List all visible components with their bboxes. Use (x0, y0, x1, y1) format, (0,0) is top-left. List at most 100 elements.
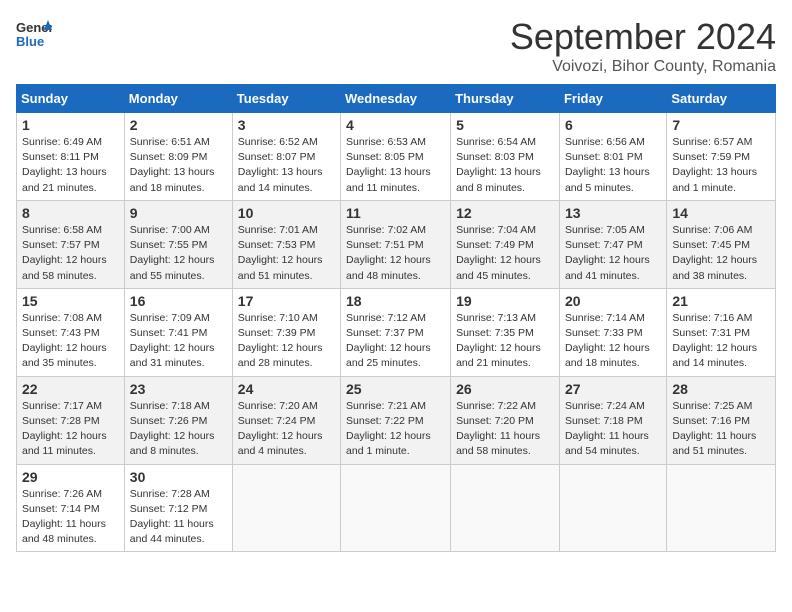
calendar-week-row: 8 Sunrise: 6:58 AM Sunset: 7:57 PM Daylig… (17, 200, 776, 288)
day-detail: Sunrise: 7:01 AM Sunset: 7:53 PM Dayligh… (238, 223, 335, 284)
day-number: 19 (456, 293, 554, 309)
svg-text:Blue: Blue (16, 34, 44, 49)
calendar-cell: 20Sunrise: 7:14 AM Sunset: 7:33 PM Dayli… (559, 288, 666, 376)
day-number: 21 (672, 293, 770, 309)
calendar-cell: 18 Sunrise: 7:12 AM Sunset: 7:37 PM Dayli… (341, 288, 451, 376)
day-number: 5 (456, 117, 554, 133)
calendar-week-row: 29Sunrise: 7:26 AM Sunset: 7:14 PM Dayli… (17, 464, 776, 552)
calendar-cell: 15Sunrise: 7:08 AM Sunset: 7:43 PM Dayli… (17, 288, 125, 376)
calendar-cell: 2 Sunrise: 6:51 AM Sunset: 8:09 PM Daylig… (124, 113, 232, 201)
day-detail: Sunrise: 7:13 AM Sunset: 7:35 PM Dayligh… (456, 311, 554, 372)
day-number: 23 (130, 381, 227, 397)
calendar-cell: 25Sunrise: 7:21 AM Sunset: 7:22 PM Dayli… (341, 376, 451, 464)
calendar-cell (667, 464, 776, 552)
calendar-cell: 13 Sunrise: 7:05 AM Sunset: 7:47 PM Dayli… (559, 200, 666, 288)
day-detail: Sunrise: 6:51 AM Sunset: 8:09 PM Dayligh… (130, 135, 227, 196)
day-number: 20 (565, 293, 661, 309)
calendar-week-row: 22 Sunrise: 7:17 AM Sunset: 7:28 PM Dayli… (17, 376, 776, 464)
day-number: 12 (456, 205, 554, 221)
logo: General Blue (16, 16, 52, 52)
day-detail: Sunrise: 7:18 AM Sunset: 7:26 PM Dayligh… (130, 399, 227, 460)
day-detail: Sunrise: 7:10 AM Sunset: 7:39 PM Dayligh… (238, 311, 335, 372)
day-detail: Sunrise: 7:00 AM Sunset: 7:55 PM Dayligh… (130, 223, 227, 284)
day-detail: Sunrise: 6:52 AM Sunset: 8:07 PM Dayligh… (238, 135, 335, 196)
day-detail: Sunrise: 7:16 AM Sunset: 7:31 PM Dayligh… (672, 311, 770, 372)
calendar-cell: 7 Sunrise: 6:57 AM Sunset: 7:59 PM Daylig… (667, 113, 776, 201)
day-number: 6 (565, 117, 661, 133)
day-number: 8 (22, 205, 119, 221)
day-number: 3 (238, 117, 335, 133)
logo-icon: General Blue (16, 16, 52, 52)
day-number: 4 (346, 117, 445, 133)
day-number: 18 (346, 293, 445, 309)
dow-header: Friday (559, 85, 666, 113)
calendar-week-row: 15Sunrise: 7:08 AM Sunset: 7:43 PM Dayli… (17, 288, 776, 376)
day-detail: Sunrise: 7:05 AM Sunset: 7:47 PM Dayligh… (565, 223, 661, 284)
calendar-cell: 26 Sunrise: 7:22 AM Sunset: 7:20 PM Dayli… (451, 376, 560, 464)
day-number: 11 (346, 205, 445, 221)
calendar-cell: 8 Sunrise: 6:58 AM Sunset: 7:57 PM Daylig… (17, 200, 125, 288)
day-detail: Sunrise: 7:08 AM Sunset: 7:43 PM Dayligh… (22, 311, 119, 372)
calendar-week-row: 1 Sunrise: 6:49 AM Sunset: 8:11 PM Daylig… (17, 113, 776, 201)
day-detail: Sunrise: 7:09 AM Sunset: 7:41 PM Dayligh… (130, 311, 227, 372)
calendar-cell: 6 Sunrise: 6:56 AM Sunset: 8:01 PM Daylig… (559, 113, 666, 201)
calendar-cell: 24 Sunrise: 7:20 AM Sunset: 7:24 PM Dayli… (232, 376, 340, 464)
dow-header: Sunday (17, 85, 125, 113)
day-number: 22 (22, 381, 119, 397)
calendar-cell: 11 Sunrise: 7:02 AM Sunset: 7:51 PM Dayli… (341, 200, 451, 288)
day-number: 13 (565, 205, 661, 221)
day-detail: Sunrise: 7:22 AM Sunset: 7:20 PM Dayligh… (456, 399, 554, 460)
day-number: 9 (130, 205, 227, 221)
day-detail: Sunrise: 7:02 AM Sunset: 7:51 PM Dayligh… (346, 223, 445, 284)
day-detail: Sunrise: 6:54 AM Sunset: 8:03 PM Dayligh… (456, 135, 554, 196)
main-title: September 2024 (510, 16, 776, 58)
day-detail: Sunrise: 7:26 AM Sunset: 7:14 PM Dayligh… (22, 487, 119, 548)
day-number: 1 (22, 117, 119, 133)
day-number: 10 (238, 205, 335, 221)
day-number: 26 (456, 381, 554, 397)
day-detail: Sunrise: 7:20 AM Sunset: 7:24 PM Dayligh… (238, 399, 335, 460)
day-detail: Sunrise: 7:12 AM Sunset: 7:37 PM Dayligh… (346, 311, 445, 372)
calendar-cell: 27 Sunrise: 7:24 AM Sunset: 7:18 PM Dayli… (559, 376, 666, 464)
day-detail: Sunrise: 7:25 AM Sunset: 7:16 PM Dayligh… (672, 399, 770, 460)
day-detail: Sunrise: 7:24 AM Sunset: 7:18 PM Dayligh… (565, 399, 661, 460)
calendar-cell: 29Sunrise: 7:26 AM Sunset: 7:14 PM Dayli… (17, 464, 125, 552)
calendar-cell: 3 Sunrise: 6:52 AM Sunset: 8:07 PM Daylig… (232, 113, 340, 201)
calendar-cell: 5 Sunrise: 6:54 AM Sunset: 8:03 PM Daylig… (451, 113, 560, 201)
day-number: 24 (238, 381, 335, 397)
day-number: 28 (672, 381, 770, 397)
day-number: 25 (346, 381, 445, 397)
calendar-table: SundayMondayTuesdayWednesdayThursdayFrid… (16, 84, 776, 552)
day-detail: Sunrise: 7:17 AM Sunset: 7:28 PM Dayligh… (22, 399, 119, 460)
dow-header: Wednesday (341, 85, 451, 113)
calendar-cell: 14Sunrise: 7:06 AM Sunset: 7:45 PM Dayli… (667, 200, 776, 288)
page-header: General Blue September 2024 Voivozi, Bih… (16, 16, 776, 76)
day-detail: Sunrise: 7:04 AM Sunset: 7:49 PM Dayligh… (456, 223, 554, 284)
day-of-week-row: SundayMondayTuesdayWednesdayThursdayFrid… (17, 85, 776, 113)
dow-header: Tuesday (232, 85, 340, 113)
calendar-body: 1 Sunrise: 6:49 AM Sunset: 8:11 PM Daylig… (17, 113, 776, 552)
day-number: 2 (130, 117, 227, 133)
day-detail: Sunrise: 6:56 AM Sunset: 8:01 PM Dayligh… (565, 135, 661, 196)
calendar-cell: 4Sunrise: 6:53 AM Sunset: 8:05 PM Daylig… (341, 113, 451, 201)
day-number: 7 (672, 117, 770, 133)
day-detail: Sunrise: 6:58 AM Sunset: 7:57 PM Dayligh… (22, 223, 119, 284)
day-detail: Sunrise: 6:49 AM Sunset: 8:11 PM Dayligh… (22, 135, 119, 196)
calendar-cell: 21 Sunrise: 7:16 AM Sunset: 7:31 PM Dayli… (667, 288, 776, 376)
calendar-cell: 17Sunrise: 7:10 AM Sunset: 7:39 PM Dayli… (232, 288, 340, 376)
calendar-cell: 10 Sunrise: 7:01 AM Sunset: 7:53 PM Dayli… (232, 200, 340, 288)
day-detail: Sunrise: 6:57 AM Sunset: 7:59 PM Dayligh… (672, 135, 770, 196)
calendar-cell: 23 Sunrise: 7:18 AM Sunset: 7:26 PM Dayli… (124, 376, 232, 464)
calendar-cell: 22 Sunrise: 7:17 AM Sunset: 7:28 PM Dayli… (17, 376, 125, 464)
day-number: 27 (565, 381, 661, 397)
calendar-cell (559, 464, 666, 552)
dow-header: Thursday (451, 85, 560, 113)
calendar-cell: 30Sunrise: 7:28 AM Sunset: 7:12 PM Dayli… (124, 464, 232, 552)
calendar-cell: 19 Sunrise: 7:13 AM Sunset: 7:35 PM Dayli… (451, 288, 560, 376)
calendar-cell: 1 Sunrise: 6:49 AM Sunset: 8:11 PM Daylig… (17, 113, 125, 201)
day-detail: Sunrise: 7:28 AM Sunset: 7:12 PM Dayligh… (130, 487, 227, 548)
subtitle: Voivozi, Bihor County, Romania (510, 58, 776, 76)
calendar-cell (232, 464, 340, 552)
calendar-cell (341, 464, 451, 552)
calendar-cell: 16Sunrise: 7:09 AM Sunset: 7:41 PM Dayli… (124, 288, 232, 376)
